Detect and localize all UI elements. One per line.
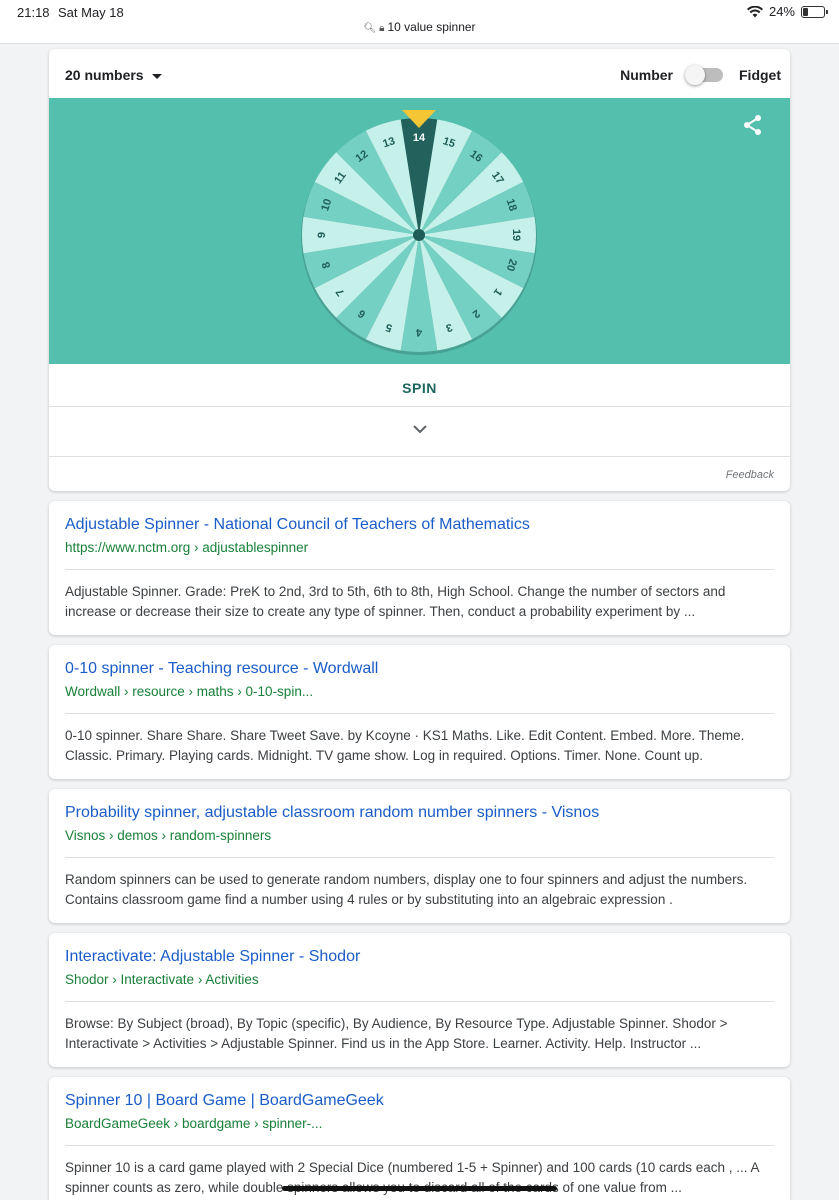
status-bar: 21:18 Sat May 18 24% 🔍︎ 🔒︎ 10 value spinne… [0, 0, 839, 44]
fidget-toggle[interactable] [685, 65, 723, 85]
result-url[interactable]: Visnos › demos › random-spinners [65, 827, 774, 845]
result-url[interactable]: Shodor › Interactivate › Activities [65, 971, 774, 989]
result-divider [65, 1001, 774, 1002]
result-url[interactable]: https://www.nctm.org › adjustablespinner [65, 539, 774, 557]
number-count-label: 20 numbers [65, 67, 144, 83]
result-divider [65, 713, 774, 714]
expand-row [49, 407, 790, 457]
spin-button[interactable]: SPIN [402, 380, 437, 396]
spinner-widget: 20 numbers Number Fidget 14 15 16 17 18 19 20 1… [49, 49, 790, 491]
mode-number-label: Number [620, 67, 673, 83]
toggle-knob [685, 65, 705, 85]
result-snippet: Adjustable Spinner. Grade: PreK to 2nd, … [65, 584, 726, 619]
wheel-hub [413, 229, 425, 241]
spinner-header: 20 numbers Number Fidget [49, 49, 790, 98]
caret-down-icon [151, 73, 162, 79]
result-snippet: 0-10 spinner. Share Share. Share Tweet S… [65, 728, 745, 763]
mode-switch: Number Fidget [620, 65, 781, 85]
battery-icon [801, 5, 828, 18]
number-count-dropdown[interactable]: 20 numbers [65, 67, 162, 83]
result-title-link[interactable]: Adjustable Spinner - National Council of… [65, 515, 774, 535]
search-result: Spinner 10 | Board Game | BoardGameGeek … [49, 1077, 790, 1200]
address-text: 10 value spinner [387, 20, 476, 34]
spin-row: SPIN [49, 364, 790, 407]
mode-fidget-label: Fidget [739, 67, 781, 83]
search-result: Adjustable Spinner - National Council of… [49, 501, 790, 635]
result-snippet: Random spinners can be used to generate … [65, 872, 748, 907]
wheel-label-14: 14 [413, 132, 426, 144]
wifi-icon [746, 5, 763, 17]
search-icon: 🔍︎ [363, 23, 377, 34]
result-snippet: Browse: By Subject (broad), By Topic (sp… [65, 1016, 728, 1051]
wheel-label-4: 4 [415, 326, 422, 338]
result-title-link[interactable]: Spinner 10 | Board Game | BoardGameGeek [65, 1091, 774, 1111]
result-divider [65, 1145, 774, 1146]
wheel-label-19: 19 [510, 229, 522, 241]
battery-percent: 24% [768, 4, 795, 19]
result-divider [65, 857, 774, 858]
address-bar[interactable]: 🔍︎ 🔒︎ 10 value spinner [0, 20, 839, 34]
wheel-area: 14 15 16 17 18 19 20 1 2 3 4 5 6 7 8 9 10 11 12 13 [49, 98, 790, 364]
search-result: 0-10 spinner - Teaching resource - Wordw… [49, 645, 790, 779]
result-title-link[interactable]: Interactivate: Adjustable Spinner - Shod… [65, 947, 774, 967]
status-date: Sat May 18 [58, 5, 124, 20]
result-divider [65, 569, 774, 570]
result-url[interactable]: Wordwall › resource › maths › 0-10-spin.… [65, 683, 774, 701]
chevron-down-icon[interactable] [412, 425, 427, 434]
home-indicator [282, 1186, 557, 1191]
result-title-link[interactable]: Probability spinner, adjustable classroo… [65, 803, 774, 823]
wheel-label-9: 9 [316, 232, 328, 238]
status-time: 21:18 [17, 5, 50, 20]
result-url[interactable]: BoardGameGeek › boardgame › spinner-... [65, 1115, 774, 1133]
status-indicators: 24% [746, 4, 828, 19]
share-icon[interactable] [742, 114, 764, 136]
result-snippet: Spinner 10 is a card game played with 2 … [65, 1160, 759, 1195]
spinner-wheel[interactable]: 14 15161718192012345678910111213 [49, 98, 790, 364]
lock-icon: 🔒︎ [379, 23, 385, 34]
feedback-link[interactable]: Feedback [726, 469, 774, 481]
search-result: Probability spinner, adjustable classroo… [49, 789, 790, 923]
result-title-link[interactable]: 0-10 spinner - Teaching resource - Wordw… [65, 659, 774, 679]
search-result: Interactivate: Adjustable Spinner - Shod… [49, 933, 790, 1067]
